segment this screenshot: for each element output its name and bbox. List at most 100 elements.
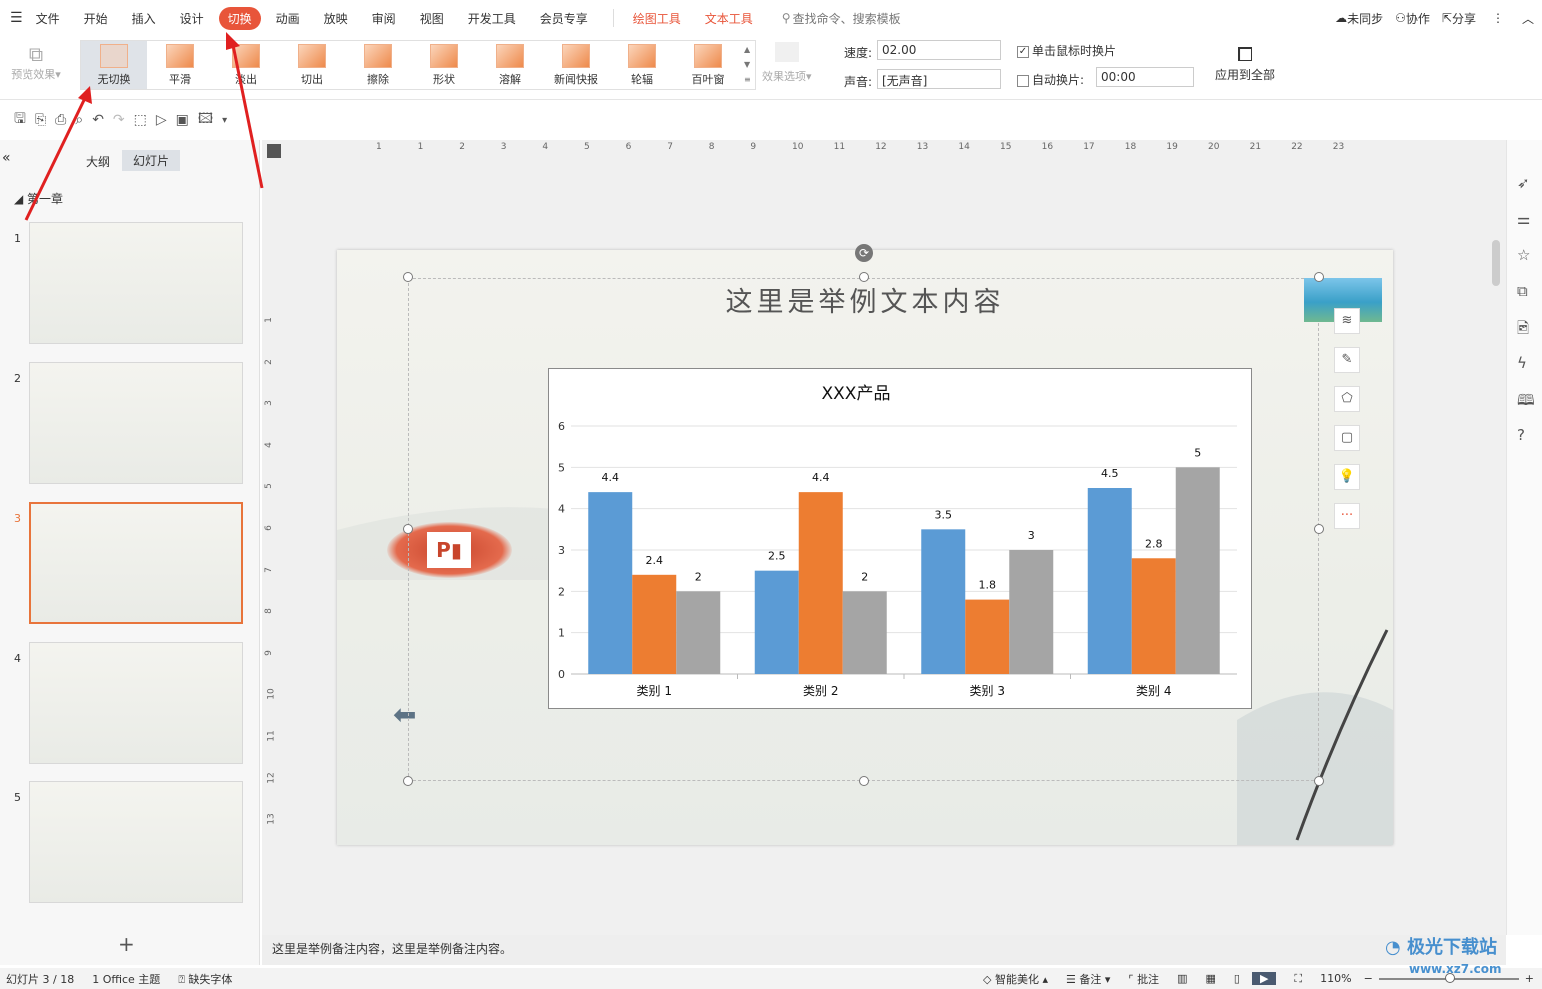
- sorter-view-icon[interactable]: ▦: [1205, 972, 1215, 985]
- apply-all-button[interactable]: ⧠ 应用到全部: [1212, 42, 1278, 83]
- notes-button[interactable]: ☰ 备注 ▾: [1066, 971, 1110, 987]
- slide-thumbnail[interactable]: [29, 502, 243, 624]
- menu-tab-2[interactable]: 插入: [123, 7, 165, 30]
- menu-tab-3[interactable]: 设计: [171, 7, 213, 30]
- gallery-scroll[interactable]: ▲ ▼ ≡: [744, 42, 751, 87]
- star-icon[interactable]: ☆: [1517, 246, 1530, 264]
- undo-icon[interactable]: ↶: [92, 112, 104, 128]
- play-icon[interactable]: ▷: [156, 112, 167, 128]
- rocket-icon[interactable]: ➶: [1517, 174, 1530, 192]
- speed-input[interactable]: 02.00: [877, 40, 1001, 60]
- textbox-icon[interactable]: ▣: [176, 112, 189, 128]
- more-icon[interactable]: ⋮: [1492, 11, 1504, 25]
- beautify-button[interactable]: ◇ 智能美化 ▴: [983, 971, 1048, 987]
- menu-tab-8[interactable]: 视图: [411, 7, 453, 30]
- collab-button[interactable]: 协作: [1406, 10, 1430, 27]
- menu-tab-10[interactable]: 会员专享: [531, 7, 597, 30]
- resize-handle[interactable]: [403, 776, 413, 786]
- horizontal-ruler[interactable]: 1 1 2 3 4 5 6 7 8 9 10 11 12 13 14 15 16 17 18 19 20 21 22 23: [342, 142, 1402, 158]
- copy-icon[interactable]: ⧉: [1517, 282, 1528, 300]
- missing-font[interactable]: ⍰ 缺失字体: [178, 971, 232, 987]
- collapse-ribbon-icon[interactable]: ︿: [1522, 10, 1534, 27]
- redo-icon[interactable]: ↷: [113, 112, 125, 128]
- resize-handle[interactable]: [859, 272, 869, 282]
- save-icon[interactable]: 🖫: [14, 108, 26, 132]
- zoom-in-icon[interactable]: +: [1525, 972, 1534, 985]
- transition-9[interactable]: 百叶窗: [675, 41, 741, 89]
- resize-handle[interactable]: [859, 776, 869, 786]
- share-button[interactable]: 分享: [1452, 10, 1476, 27]
- transition-2[interactable]: 淡出: [213, 41, 279, 89]
- auto-advance-time[interactable]: 00:00: [1096, 67, 1194, 87]
- resize-handle[interactable]: [403, 272, 413, 282]
- menu-tab-9[interactable]: 开发工具: [459, 7, 525, 30]
- tab-slides[interactable]: 幻灯片: [122, 150, 181, 171]
- slideshow-button[interactable]: ▶: [1251, 972, 1277, 985]
- slide-thumbnail[interactable]: [29, 222, 243, 344]
- lightning-icon[interactable]: ϟ: [1517, 354, 1527, 372]
- rotate-handle[interactable]: ⟳: [855, 244, 873, 262]
- tab-text-tools[interactable]: 文本工具: [696, 7, 762, 30]
- resize-handle[interactable]: [1314, 776, 1324, 786]
- preview-effect-button[interactable]: ⧉ 预览效果▾: [6, 42, 66, 82]
- menu-tab-5[interactable]: 动画: [267, 7, 309, 30]
- menu-tab-4[interactable]: 切换: [218, 6, 261, 30]
- help-icon[interactable]: ?: [1517, 426, 1525, 444]
- layers-icon[interactable]: ≋: [1334, 308, 1360, 334]
- border-icon[interactable]: ▢: [1334, 425, 1360, 451]
- transition-1[interactable]: 平滑: [147, 41, 213, 89]
- reading-view-icon[interactable]: ▯: [1234, 972, 1240, 985]
- transition-4[interactable]: 擦除: [345, 41, 411, 89]
- transition-5[interactable]: 形状: [411, 41, 477, 89]
- tab-drawing-tools[interactable]: 绘图工具: [624, 7, 690, 30]
- slide-thumbnail[interactable]: [29, 781, 243, 903]
- slide-thumbnail[interactable]: [29, 642, 243, 764]
- auto-advance-checkbox[interactable]: [1017, 74, 1029, 87]
- transition-6[interactable]: 溶解: [477, 41, 543, 89]
- settings-sliders-icon[interactable]: ⚌: [1517, 210, 1530, 228]
- menu-tab-7[interactable]: 审阅: [363, 7, 405, 30]
- hamburger-icon[interactable]: ☰: [10, 10, 23, 26]
- zoom-out-icon[interactable]: −: [1364, 972, 1373, 985]
- vertical-ruler[interactable]: 1 2 3 4 5 6 7 8 9 10 11 12 13: [264, 250, 280, 850]
- search-icon[interactable]: ⚲: [782, 11, 791, 25]
- slide-thumbnail[interactable]: [29, 362, 243, 484]
- transition-8[interactable]: 轮辐: [609, 41, 675, 89]
- fit-icon[interactable]: ⛶: [1294, 972, 1302, 986]
- sound-select[interactable]: [无声音]: [877, 69, 1001, 89]
- collapse-panel-icon[interactable]: «: [2, 150, 11, 166]
- theme-name[interactable]: 1 Office 主题: [92, 971, 160, 987]
- print-preview-icon[interactable]: ⌕: [75, 112, 83, 128]
- export-icon[interactable]: ⎘: [35, 112, 46, 128]
- picture-icon[interactable]: 🖻: [1517, 318, 1529, 343]
- comment-button[interactable]: ⌜ 批注: [1128, 971, 1159, 987]
- fill-icon[interactable]: ⬠: [1334, 386, 1360, 412]
- on-click-checkbox[interactable]: ✓: [1017, 45, 1029, 58]
- menu-file[interactable]: 文件: [27, 7, 69, 30]
- add-slide-button[interactable]: +: [118, 932, 135, 956]
- vertical-scrollbar[interactable]: [1492, 240, 1500, 286]
- notes-pane[interactable]: 这里是举例备注内容，这里是举例备注内容。: [262, 935, 1506, 965]
- resize-handle[interactable]: [1314, 272, 1324, 282]
- image-icon[interactable]: 🖾: [198, 108, 213, 132]
- print-icon[interactable]: ⎙: [55, 112, 66, 128]
- format-painter-icon[interactable]: ⬚: [134, 112, 147, 128]
- resize-handle[interactable]: [403, 524, 413, 534]
- transition-0[interactable]: 无切换: [81, 41, 147, 89]
- chart[interactable]: XXX产品 0 1 2 3 4 5 6 类别 1 4.4 2.4 2 类别 2 2.5 4.4 2 类别 3 3.…: [548, 368, 1252, 709]
- pen-icon[interactable]: ✎: [1334, 347, 1360, 373]
- zoom-level[interactable]: 110%: [1320, 972, 1351, 985]
- section-header[interactable]: ◢ 第一章: [14, 190, 63, 207]
- menu-tab-1[interactable]: 开始: [75, 7, 117, 30]
- customize-icon[interactable]: ▾: [222, 115, 227, 126]
- menu-tab-6[interactable]: 放映: [315, 7, 357, 30]
- book-icon[interactable]: 🕮: [1517, 390, 1535, 415]
- sync-button[interactable]: 未同步: [1347, 10, 1383, 27]
- resize-handle[interactable]: [1314, 524, 1324, 534]
- more-options-icon[interactable]: ···: [1334, 503, 1360, 529]
- idea-icon[interactable]: 💡: [1334, 464, 1360, 490]
- normal-view-icon[interactable]: ▥: [1177, 972, 1187, 985]
- transition-3[interactable]: 切出: [279, 41, 345, 89]
- search-command[interactable]: 查找命令、搜索模板: [793, 10, 901, 27]
- tab-outline[interactable]: 大纲: [86, 153, 110, 170]
